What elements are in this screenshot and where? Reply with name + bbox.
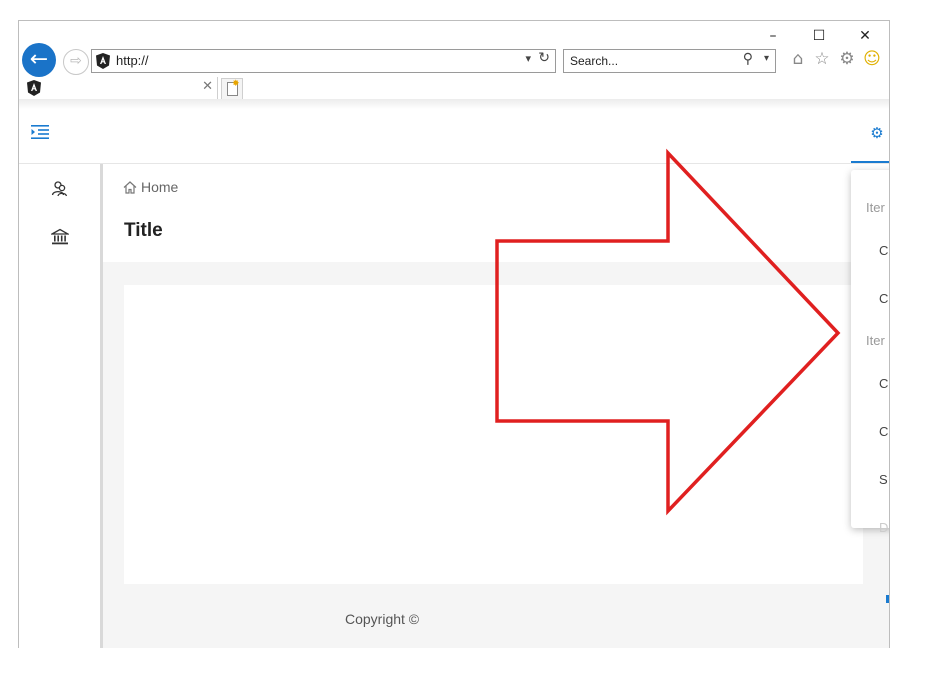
browser-window: – ☐ ✕ ← ⇨ http:// ▾ ↻ Search... ⚲ ▾ ⌂ ☆ … [18,20,890,648]
settings-dropdown: Iter C C Iter C C S D [851,170,889,535]
new-tab-star-icon: ✸ [232,79,240,89]
angular-logo-icon [27,80,41,96]
forward-arrow-icon: ⇨ [70,53,82,69]
gear-icon[interactable]: ⚙ [837,49,857,69]
bank-icon[interactable] [51,228,69,246]
angular-logo-icon [96,53,110,69]
dropdown-item[interactable]: C [879,243,888,258]
breadcrumb-home[interactable]: Home [141,179,178,195]
breadcrumb[interactable]: Home [123,179,178,195]
page-header: Home Title [103,164,889,262]
dropdown-item-disabled: D [879,520,889,535]
forward-button[interactable]: ⇨ [63,49,89,75]
users-icon[interactable] [51,180,69,198]
search-box[interactable]: Search... ⚲ ▾ [563,49,776,73]
smiley-icon[interactable]: ☺ [862,49,882,69]
dropdown-item[interactable]: C [879,424,888,439]
search-dropdown-icon[interactable]: ▾ [764,53,769,64]
address-input[interactable]: http:// [116,53,149,68]
dropdown-group-label: Iter [866,200,885,215]
star-icon[interactable]: ☆ [812,49,832,69]
toolbar-divider [19,99,889,109]
address-bar[interactable]: http:// ▾ ↻ [91,49,556,73]
back-arrow-icon: ← [29,47,49,72]
footer-copyright: Copyright © [345,611,420,627]
dropdown-item[interactable]: C [879,291,888,306]
app-header: ⚙ [19,109,889,164]
scroll-indicator [886,595,889,603]
page-title: Title [124,220,163,241]
menu-toggle-icon[interactable] [31,123,51,141]
new-tab-button[interactable]: ✸ [221,78,243,100]
dropdown-item[interactable]: S [879,472,888,487]
dropdown-item[interactable]: C [879,376,888,391]
content-card [124,285,863,584]
home-icon [123,181,137,194]
back-button[interactable]: ← [22,43,56,77]
settings-active-indicator [851,161,889,163]
home-icon[interactable]: ⌂ [788,49,808,69]
side-nav [19,164,103,648]
main-content: Home Title Copyright © [103,164,889,648]
dropdown-group-label: Iter [866,333,885,348]
search-input[interactable]: Search... [570,54,618,68]
refresh-icon[interactable]: ↻ [538,50,550,66]
close-window-button[interactable]: ✕ [856,27,874,45]
address-dropdown-icon[interactable]: ▾ [525,52,531,65]
maximize-button[interactable]: ☐ [810,27,828,45]
search-icon[interactable]: ⚲ [743,51,753,67]
close-tab-icon[interactable]: ✕ [202,79,213,94]
minimize-button[interactable]: – [764,27,782,45]
browser-tab[interactable]: ✕ [19,77,218,99]
settings-gear-icon[interactable]: ⚙ [867,123,887,143]
